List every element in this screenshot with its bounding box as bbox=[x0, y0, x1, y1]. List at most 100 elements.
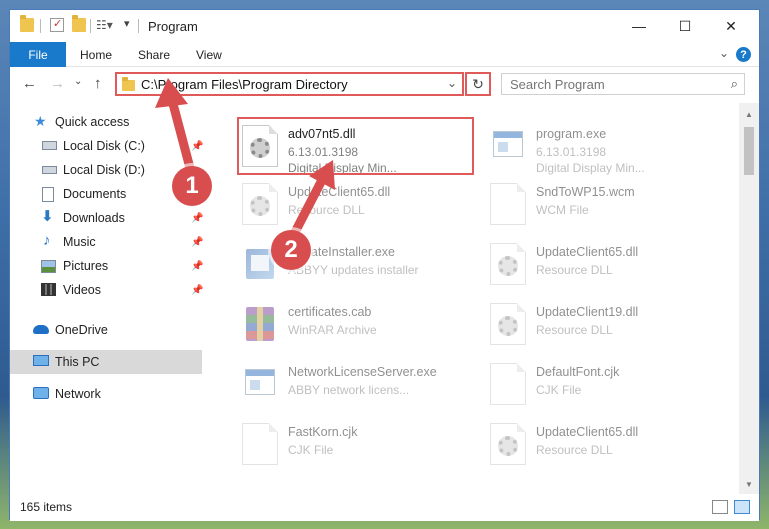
sidebar-item-label: Quick access bbox=[55, 115, 130, 129]
file-type: WinRAR Archive bbox=[288, 323, 377, 337]
tab-share[interactable]: Share bbox=[138, 48, 170, 62]
sidebar-item-quick-access[interactable]: ★ Quick access bbox=[10, 110, 202, 134]
file-item[interactable]: UpdateClient65.dll Resource DLL bbox=[238, 175, 478, 231]
file-version: 6.13.01.3198 bbox=[536, 145, 607, 159]
search-icon[interactable]: ⌕ bbox=[731, 76, 738, 92]
file-item[interactable]: UpdateClient65.dll Resource DLL bbox=[486, 415, 726, 471]
file-item[interactable]: FastKorn.cjk CJK File bbox=[238, 415, 478, 471]
sidebar-item-label: This PC bbox=[55, 355, 100, 369]
back-arrow-icon[interactable]: ← bbox=[22, 75, 37, 92]
file-item[interactable]: SndToWP15.wcm WCM File bbox=[486, 175, 726, 231]
pin-icon[interactable]: 📌 bbox=[191, 141, 203, 152]
gear-file-icon bbox=[490, 243, 526, 285]
sidebar-item-label: Downloads bbox=[63, 211, 125, 225]
blank-file-icon bbox=[242, 423, 278, 465]
blank-file-icon bbox=[490, 363, 526, 405]
chevron-down-icon[interactable]: ⌄ bbox=[447, 76, 457, 90]
file-item[interactable]: UpdateClient65.dll Resource DLL bbox=[486, 235, 726, 291]
network-icon bbox=[33, 387, 49, 399]
gear-file-icon bbox=[490, 303, 526, 345]
file-item-program-exe[interactable]: program.exe 6.13.01.3198 Digital Display… bbox=[486, 117, 726, 175]
tab-file[interactable]: File bbox=[10, 42, 66, 67]
navigation-pane: ★ Quick access Local Disk (C:) 📌 Local D… bbox=[10, 103, 212, 494]
file-explorer-window: ☷▾ ▾ Program ― ☐ ✕ File Home Share View … bbox=[9, 9, 760, 521]
file-name: DefaultFont.cjk bbox=[536, 365, 620, 379]
tab-home[interactable]: Home bbox=[80, 48, 112, 62]
window-title: Program bbox=[148, 19, 198, 34]
customize-toolbar-icon[interactable]: ▾ bbox=[124, 17, 130, 30]
file-name: FastKorn.cjk bbox=[288, 425, 358, 439]
view-options-icon[interactable]: ☷▾ bbox=[96, 18, 113, 32]
address-path[interactable]: C:\Program Files\Program Directory bbox=[141, 77, 348, 92]
toolbar-separator bbox=[90, 19, 91, 33]
drive-icon bbox=[42, 141, 57, 150]
sidebar-item-label: Network bbox=[55, 387, 101, 401]
status-bar: 165 items bbox=[10, 494, 759, 521]
search-box[interactable]: ⌕ bbox=[501, 73, 745, 95]
gear-file-icon bbox=[242, 183, 278, 225]
sidebar-item-onedrive[interactable]: OneDrive bbox=[10, 318, 202, 342]
pin-icon[interactable]: 📌 bbox=[191, 237, 203, 248]
sidebar-item-downloads[interactable]: ⬇ Downloads 📌 bbox=[10, 206, 203, 230]
sidebar-item-pictures[interactable]: Pictures 📌 bbox=[10, 254, 203, 278]
star-icon: ★ bbox=[34, 113, 47, 129]
documents-icon bbox=[42, 187, 54, 202]
file-item[interactable]: DefaultFont.cjk CJK File bbox=[486, 355, 726, 411]
winrar-archive-icon bbox=[242, 303, 278, 345]
download-arrow-icon: ⬇ bbox=[41, 208, 54, 225]
up-arrow-icon[interactable]: ↑ bbox=[94, 75, 102, 92]
refresh-button[interactable]: ↻ bbox=[465, 72, 491, 96]
file-name: UpdateClient19.dll bbox=[536, 305, 639, 319]
drive-icon bbox=[42, 166, 57, 174]
maximize-button[interactable]: ☐ bbox=[662, 10, 708, 42]
expand-ribbon-icon[interactable]: ⌄ bbox=[719, 46, 729, 60]
forward-arrow-icon[interactable]: → bbox=[50, 75, 65, 92]
sidebar-item-videos[interactable]: Videos 📌 bbox=[10, 278, 203, 302]
file-item[interactable]: UpdateClient19.dll Resource DLL bbox=[486, 295, 726, 351]
file-name: NetworkLicenseServer.exe bbox=[288, 365, 437, 379]
address-bar[interactable]: C:\Program Files\Program Directory ⌄ bbox=[115, 72, 464, 96]
folder-icon bbox=[20, 15, 34, 32]
file-type: Resource DLL bbox=[536, 323, 613, 337]
file-type: CJK File bbox=[288, 443, 334, 457]
refresh-icon: ↻ bbox=[472, 75, 484, 92]
vertical-scrollbar[interactable]: ▲ ▼ bbox=[739, 103, 759, 494]
navigation-bar: ← → ⌄ ↑ C:\Program Files\Program Directo… bbox=[10, 67, 759, 103]
minimize-button[interactable]: ― bbox=[616, 10, 662, 42]
large-icons-view-icon[interactable] bbox=[734, 500, 750, 514]
sidebar-item-this-pc[interactable]: This PC bbox=[10, 350, 202, 374]
file-item[interactable]: certificates.cab WinRAR Archive bbox=[238, 295, 478, 351]
sidebar-item-music[interactable]: ♪ Music 📌 bbox=[10, 230, 203, 254]
properties-icon[interactable] bbox=[50, 17, 64, 32]
details-view-icon[interactable] bbox=[712, 500, 728, 514]
file-item[interactable]: NetworkLicenseServer.exe ABBY network li… bbox=[238, 355, 478, 411]
pin-icon[interactable]: 📌 bbox=[191, 213, 203, 224]
sidebar-item-local-disk-c[interactable]: Local Disk (C:) 📌 bbox=[10, 134, 203, 158]
close-button[interactable]: ✕ bbox=[708, 10, 754, 42]
sidebar-item-label: Videos bbox=[63, 283, 101, 297]
scroll-thumb[interactable] bbox=[744, 127, 754, 175]
scroll-down-icon[interactable]: ▼ bbox=[739, 475, 759, 493]
help-icon[interactable]: ? bbox=[736, 47, 751, 62]
toolbar-separator bbox=[40, 19, 41, 33]
recent-locations-icon[interactable]: ⌄ bbox=[74, 76, 82, 87]
file-type: Resource DLL bbox=[288, 203, 365, 217]
file-name: UpdateClient65.dll bbox=[536, 425, 639, 439]
film-icon bbox=[41, 283, 56, 296]
monitor-icon bbox=[33, 355, 49, 366]
sidebar-item-label: Documents bbox=[63, 187, 127, 201]
pin-icon[interactable]: 📌 bbox=[191, 285, 203, 296]
file-list: adv07nt5.dll 6.13.01.3198 Digital Displa… bbox=[212, 103, 739, 494]
pin-icon[interactable]: 📌 bbox=[191, 261, 203, 272]
sidebar-item-label: Local Disk (C:) bbox=[63, 139, 145, 153]
step-badge-2: 2 bbox=[271, 230, 311, 270]
sidebar-item-network[interactable]: Network bbox=[10, 382, 202, 406]
item-count: 165 items bbox=[20, 500, 73, 514]
tab-view[interactable]: View bbox=[196, 48, 222, 62]
file-type: ABBYY updates installer bbox=[288, 263, 419, 277]
new-folder-icon[interactable] bbox=[72, 15, 86, 32]
file-name: UpdateClient65.dll bbox=[536, 245, 639, 259]
blank-file-icon bbox=[490, 183, 526, 225]
search-input[interactable] bbox=[510, 76, 720, 92]
scroll-up-icon[interactable]: ▲ bbox=[739, 105, 759, 123]
